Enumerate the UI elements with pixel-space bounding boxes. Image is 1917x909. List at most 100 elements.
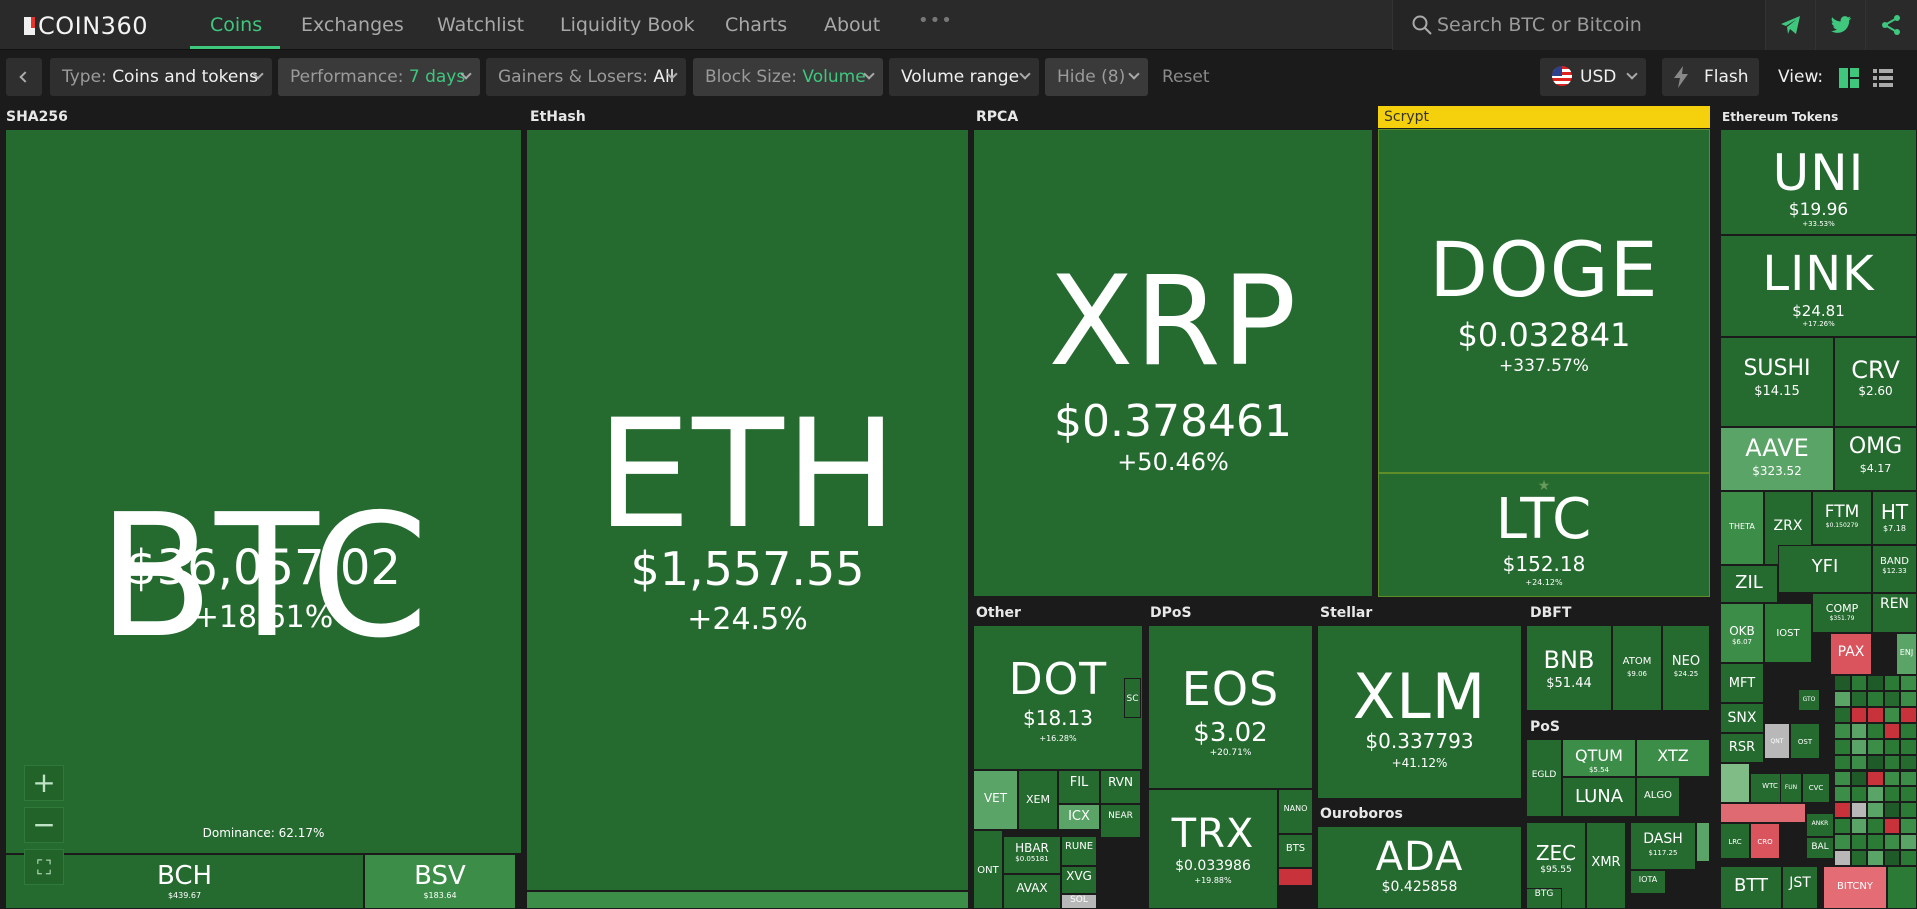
- performance-filter[interactable]: Performance: 7 days: [278, 58, 480, 96]
- tiny-token-tile[interactable]: [1850, 754, 1868, 771]
- coin-tile-enj[interactable]: ENJ: [1896, 633, 1917, 675]
- coin-tile-crv[interactable]: CRV $2.60: [1834, 337, 1917, 427]
- coin-tile-gto[interactable]: GTO: [1798, 689, 1820, 711]
- coin-tile-sc[interactable]: SC: [1124, 678, 1141, 718]
- coin-tile-bitcny[interactable]: BITCNY: [1823, 866, 1887, 909]
- group-dbft[interactable]: DBFT: [1524, 602, 1710, 624]
- tiny-token-tile[interactable]: [1867, 690, 1884, 707]
- tiny-token-tile[interactable]: [1850, 675, 1868, 691]
- coin-tile-bsv[interactable]: BSV $183.64: [364, 854, 516, 909]
- tiny-token-tile[interactable]: [1834, 834, 1851, 851]
- tiny-token-tile[interactable]: [1834, 738, 1851, 755]
- type-filter[interactable]: Type: Coins and tokens: [50, 58, 272, 96]
- coin-tile-ada[interactable]: ADA $0.425858: [1317, 826, 1522, 909]
- coin-tile-xmr[interactable]: XMR: [1586, 822, 1626, 909]
- tiny-token-tile[interactable]: [1867, 675, 1884, 691]
- nav-coins[interactable]: Coins: [210, 14, 262, 36]
- tiny-token-tile[interactable]: [1850, 722, 1868, 739]
- coin-tile-rsr[interactable]: RSR: [1720, 733, 1764, 763]
- coin-tile-sol[interactable]: SOL: [1061, 894, 1097, 909]
- tiny-token-tile[interactable]: [1850, 834, 1868, 851]
- coin-tile-zil[interactable]: ZIL: [1720, 565, 1778, 603]
- tiny-token-tile[interactable]: [1850, 786, 1868, 803]
- twitter-button[interactable]: [1815, 0, 1865, 50]
- coin-tile-doge[interactable]: DOGE $0.032841 +337.57%: [1378, 129, 1710, 473]
- tiny-token-tile[interactable]: [1900, 786, 1917, 803]
- tiny-token-tile[interactable]: [1900, 690, 1917, 707]
- coin-tile-theta[interactable]: THETA: [1720, 491, 1764, 565]
- coin-tile-btg[interactable]: BTG: [1526, 888, 1562, 909]
- more-menu-icon[interactable]: •••: [918, 10, 953, 31]
- coin360-logo[interactable]: COIN360: [24, 12, 148, 40]
- group-other[interactable]: Other: [970, 602, 1140, 624]
- coin-tile-mft[interactable]: MFT: [1720, 663, 1764, 703]
- tiny-token-tile[interactable]: [1867, 706, 1884, 723]
- tiny-token-tile[interactable]: [1867, 722, 1884, 739]
- tiny-token-tile[interactable]: [1883, 802, 1901, 819]
- tiny-token-tile[interactable]: [1883, 706, 1901, 723]
- coin-tile-xvg[interactable]: XVG: [1061, 866, 1097, 894]
- coin-tile-luna[interactable]: LUNA: [1562, 777, 1636, 817]
- coin-tile-rvn[interactable]: RVN: [1100, 770, 1141, 804]
- coin-tile-ont[interactable]: ONT: [973, 830, 1003, 909]
- tiny-token-tile[interactable]: [1900, 770, 1917, 787]
- coin-tile-hbar[interactable]: HBAR $0.05181: [1003, 836, 1061, 874]
- tiny-token-tile[interactable]: [1834, 770, 1851, 787]
- tiny-token-tile[interactable]: [1850, 770, 1868, 787]
- coin-tile-qnt[interactable]: QNT: [1764, 723, 1790, 759]
- coin-tile-ren[interactable]: REN: [1872, 593, 1917, 633]
- coin-tile-omg[interactable]: OMG $4.17: [1834, 427, 1917, 491]
- coin-tile-ltc[interactable]: ★ LTC $152.18 +24.12%: [1378, 473, 1710, 597]
- coin-tile-bnb[interactable]: BNB $51.44: [1526, 625, 1612, 711]
- coin-tile-iost[interactable]: IOST: [1764, 603, 1812, 663]
- tiny-token-tile[interactable]: [1867, 834, 1884, 851]
- search-input[interactable]: [1437, 10, 1737, 40]
- zoom-in-button[interactable]: +: [24, 765, 64, 801]
- coin-tile-iota[interactable]: IOTA: [1630, 870, 1666, 894]
- coin-tile-link[interactable]: LINK $24.81 +17.26%: [1720, 235, 1917, 337]
- coin-tile-dot[interactable]: DOT $18.13 +16.28%: [973, 625, 1143, 770]
- group-sha256[interactable]: SHA256: [0, 106, 520, 128]
- tiny-token-tile[interactable]: [1900, 818, 1917, 835]
- tiny-token-tile[interactable]: [1834, 722, 1851, 739]
- tiny-token-tile[interactable]: [1900, 706, 1917, 723]
- coin-tile-nano[interactable]: NANO: [1278, 789, 1313, 834]
- tiny-token-tile[interactable]: [1834, 690, 1851, 707]
- coin-tile-pax[interactable]: PAX: [1830, 633, 1872, 675]
- coin-tile-ftm[interactable]: FTM $0.150279: [1812, 491, 1872, 545]
- gainers-losers-filter[interactable]: Gainers & Losers: All: [486, 58, 686, 96]
- nav-about[interactable]: About: [824, 14, 880, 36]
- coin-tile-egld[interactable]: EGLD: [1526, 739, 1562, 817]
- nav-watchlist[interactable]: Watchlist: [437, 14, 524, 36]
- tiny-token-tile[interactable]: [1883, 690, 1901, 707]
- tiny-token-tile[interactable]: [1867, 738, 1884, 755]
- collapse-back-button[interactable]: [6, 58, 42, 96]
- group-ethereum-tokens[interactable]: Ethereum Tokens: [1716, 106, 1917, 128]
- tiny-token-tile[interactable]: [1900, 850, 1917, 866]
- nav-charts[interactable]: Charts: [725, 14, 787, 36]
- tiny-token-tile[interactable]: [1867, 802, 1884, 819]
- coin-tile-qtum[interactable]: QTUM $5.54: [1562, 739, 1636, 777]
- coin-tile-eos[interactable]: EOS $3.02 +20.71%: [1148, 625, 1313, 789]
- coin-tile-dash[interactable]: DASH $117.25: [1630, 822, 1696, 870]
- fullscreen-button[interactable]: ⛶: [24, 849, 64, 885]
- tiny-token-tile[interactable]: [1834, 818, 1851, 835]
- tiny-token-tile[interactable]: [1850, 818, 1868, 835]
- telegram-button[interactable]: [1765, 0, 1815, 50]
- coin-tile-ost[interactable]: OST: [1790, 723, 1820, 759]
- coin-tile-yfi[interactable]: YFI: [1778, 545, 1872, 593]
- tiny-token-tile[interactable]: [1883, 675, 1901, 691]
- coin-tile-xem[interactable]: XEM: [1018, 770, 1058, 830]
- coin-tile-uni[interactable]: UNI $19.96 +33.53%: [1720, 129, 1917, 235]
- coin-tile-bal[interactable]: BAL: [1806, 837, 1834, 859]
- coin-tile-eth[interactable]: ETH $1,557.55 +24.5%: [526, 129, 969, 891]
- tiny-token-tile[interactable]: [1850, 738, 1868, 755]
- nav-liquidity-book[interactable]: Liquidity Book: [560, 14, 695, 36]
- list-view-icon[interactable]: [1872, 67, 1894, 89]
- coin-tile-lrc[interactable]: LRC: [1720, 823, 1750, 859]
- tiny-token-tile[interactable]: [1850, 706, 1868, 723]
- coin-tile-okb[interactable]: OKB $6.07: [1720, 603, 1764, 663]
- coin-tile-red[interactable]: [1278, 868, 1313, 886]
- tiny-token-tile[interactable]: [1850, 690, 1868, 707]
- coin-tile-btc[interactable]: BTC $36,057.02 +18.61% Dominance: 62.17%: [5, 129, 522, 854]
